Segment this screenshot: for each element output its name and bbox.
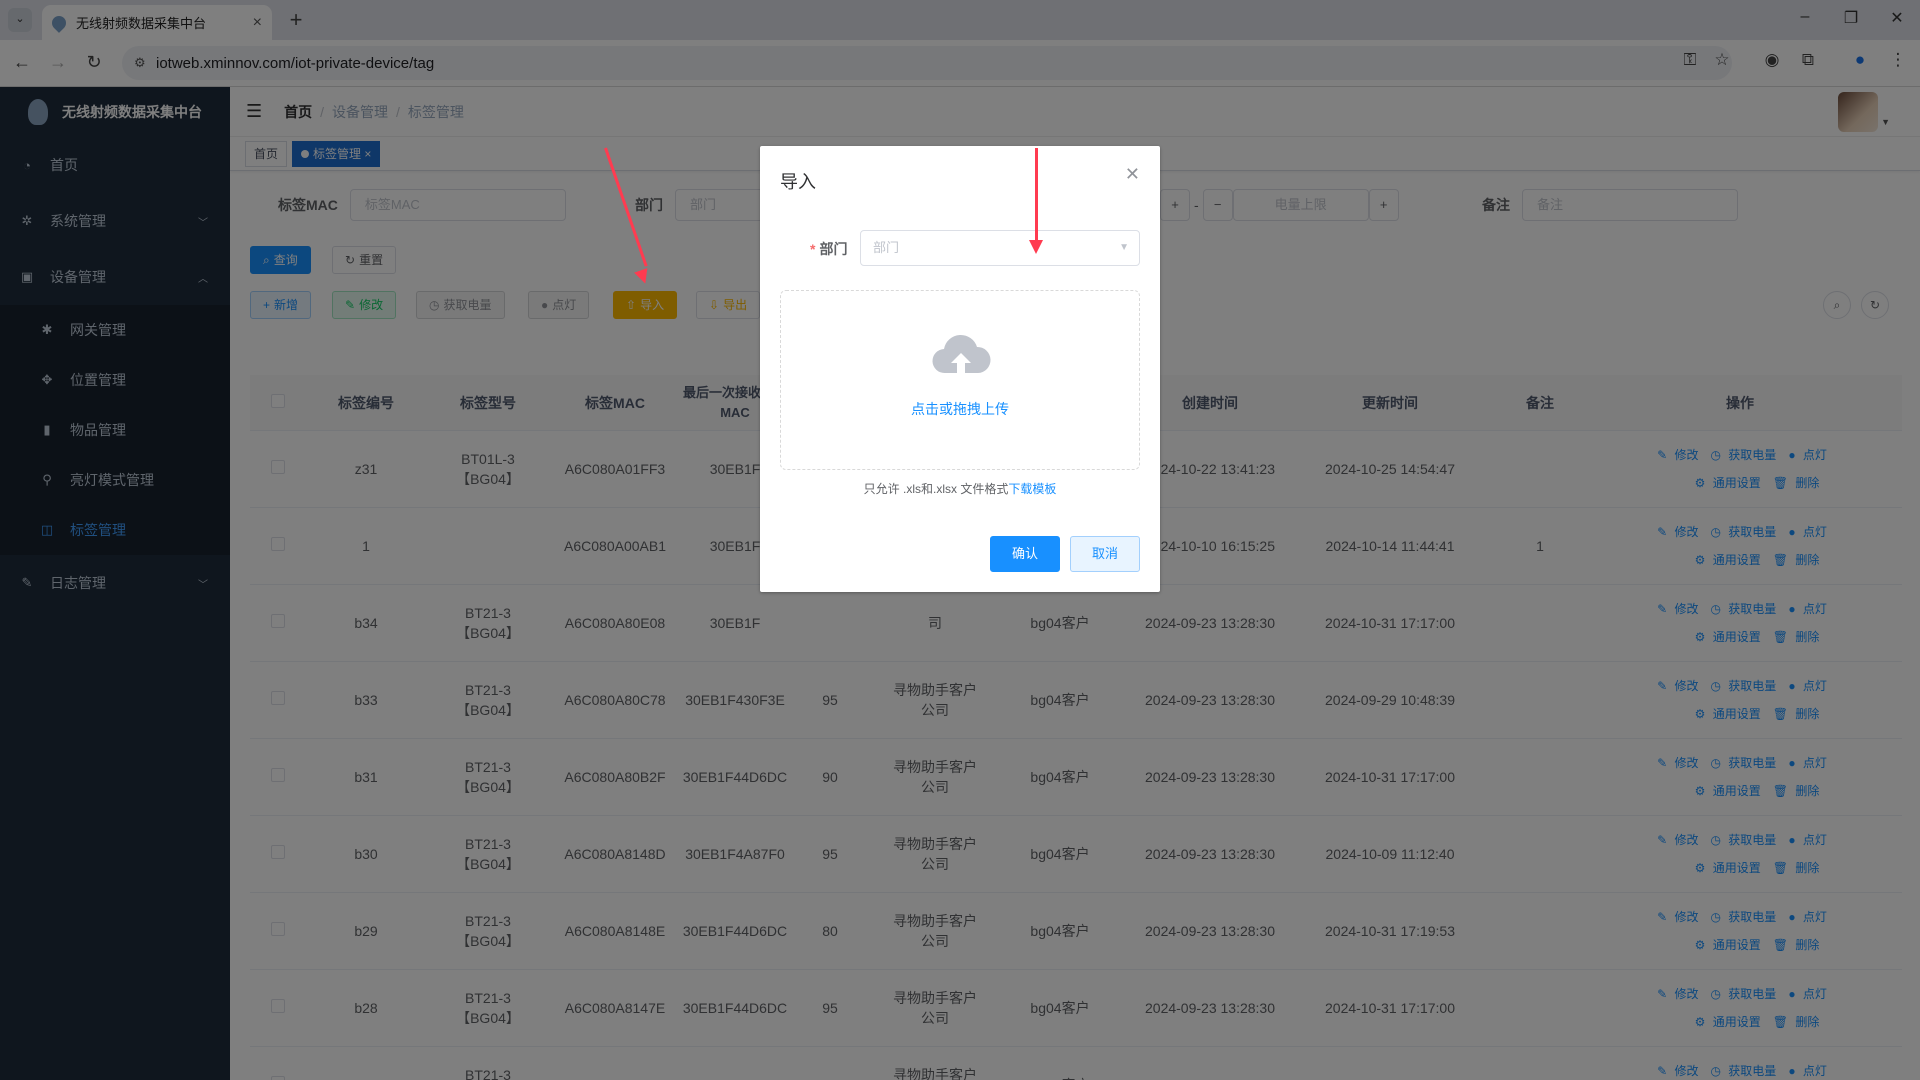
dept-select[interactable]: 部门 ▼ [860, 230, 1140, 266]
annotation-arrow [1035, 148, 1038, 243]
tip-text: 只允许 .xls和.xlsx 文件格式 [863, 482, 1009, 496]
chevron-down-icon: ▼ [1119, 242, 1129, 253]
close-icon[interactable]: ✕ [1125, 164, 1140, 185]
cancel-button[interactable]: 取消 [1070, 536, 1140, 572]
dialog-title: 导入 [780, 172, 816, 192]
download-template-link[interactable]: 下载模板 [1008, 482, 1056, 496]
import-dialog: 导入 ✕ * 部门 部门 ▼ 点击或拖拽上传 只允许 .xls和.xlsx 文件格式… [760, 146, 1160, 592]
label-text: 部门 [819, 241, 848, 257]
upload-hint: 点击或拖拽上传 [911, 401, 1009, 417]
confirm-button[interactable]: 确认 [990, 536, 1060, 572]
annotation-arrowhead [1029, 240, 1043, 254]
select-placeholder: 部门 [873, 240, 900, 255]
required-mark: * [810, 241, 816, 257]
cloud-upload-icon [932, 334, 991, 374]
dept-field-label: * 部门 [810, 239, 847, 259]
upload-dropzone[interactable]: 点击或拖拽上传 [780, 290, 1140, 470]
upload-tip: 只允许 .xls和.xlsx 文件格式下载模板 [760, 480, 1160, 497]
